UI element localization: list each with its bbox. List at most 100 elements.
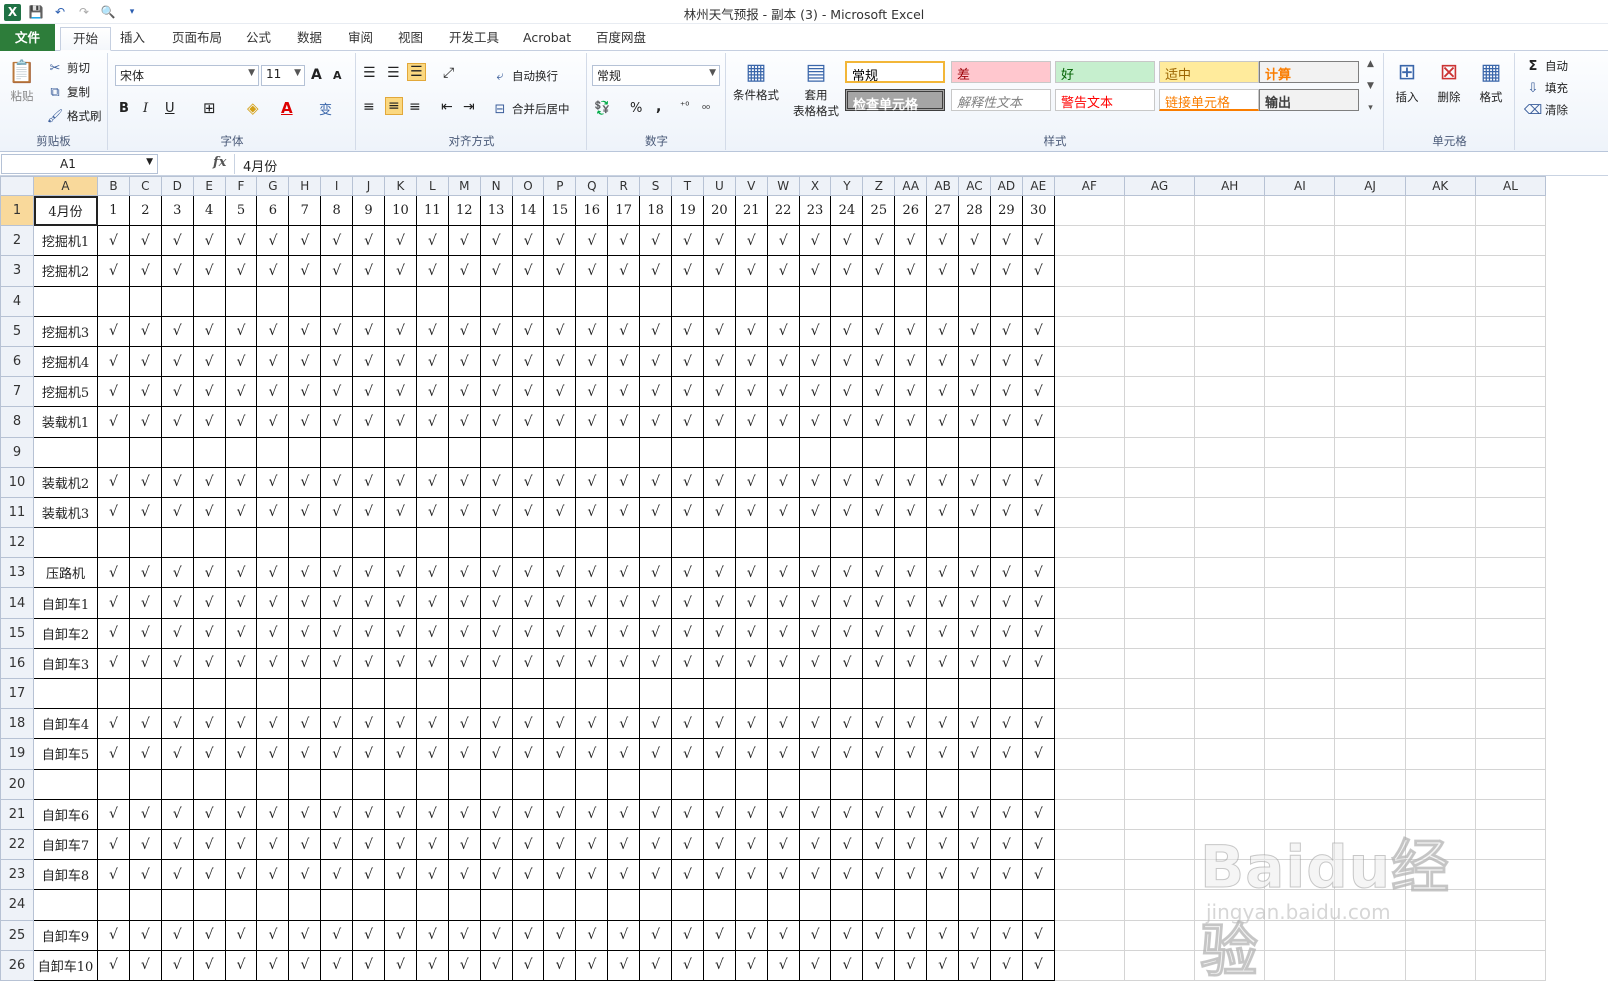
checkmark-cell[interactable]: √ [894, 406, 928, 438]
align-bottom-button[interactable]: ☰ [407, 63, 426, 81]
checkmark-cell[interactable]: √ [352, 496, 386, 529]
checkmark-cell[interactable]: √ [958, 647, 991, 680]
checkmark-cell[interactable]: √ [894, 859, 928, 891]
checkmark-cell[interactable]: √ [384, 255, 417, 287]
empty-cell[interactable] [1474, 617, 1547, 649]
checkmark-cell[interactable]: √ [447, 496, 481, 529]
checkmark-cell[interactable]: √ [575, 466, 609, 498]
empty-cell[interactable] [1053, 557, 1125, 589]
checkmark-cell[interactable]: √ [224, 949, 258, 981]
checkmark-cell[interactable]: √ [415, 406, 449, 438]
checkmark-cell[interactable]: √ [320, 376, 354, 408]
checkmark-cell[interactable]: √ [97, 859, 130, 891]
checkmark-cell[interactable]: √ [958, 557, 991, 589]
empty-cell[interactable] [734, 677, 768, 710]
column-header[interactable]: AI [1264, 176, 1336, 196]
checkmark-cell[interactable]: √ [926, 859, 960, 891]
checkmark-cell[interactable]: √ [830, 647, 864, 680]
checkmark-cell[interactable]: √ [288, 617, 322, 649]
checkmark-cell[interactable]: √ [479, 557, 513, 589]
day-header-cell[interactable]: 26 [894, 194, 928, 227]
empty-cell[interactable] [607, 677, 641, 710]
empty-cell[interactable] [1053, 859, 1125, 891]
empty-cell[interactable] [511, 285, 545, 317]
empty-cell[interactable] [894, 436, 928, 468]
checkmark-cell[interactable]: √ [415, 828, 449, 861]
name-box[interactable]: A1 ▼ [1, 154, 158, 174]
empty-cell[interactable] [830, 436, 864, 468]
row-header[interactable]: 11 [0, 496, 34, 529]
checkmark-cell[interactable]: √ [384, 708, 417, 740]
empty-cell[interactable] [1194, 406, 1266, 438]
checkmark-cell[interactable]: √ [415, 738, 449, 770]
checkmark-cell[interactable]: √ [192, 466, 226, 498]
checkmark-cell[interactable]: √ [511, 496, 545, 529]
checkmark-cell[interactable]: √ [352, 617, 386, 649]
fill-color-button[interactable]: ◈ [247, 99, 259, 117]
column-header[interactable]: AL [1474, 176, 1547, 196]
row-header[interactable]: 9 [0, 436, 34, 468]
checkmark-cell[interactable]: √ [798, 496, 832, 529]
checkmark-cell[interactable]: √ [989, 738, 1023, 770]
empty-cell[interactable] [1334, 647, 1406, 680]
empty-cell[interactable] [1474, 345, 1547, 378]
empty-cell[interactable] [224, 527, 258, 559]
empty-cell[interactable] [1474, 949, 1547, 981]
checkmark-cell[interactable]: √ [97, 828, 130, 861]
empty-cell[interactable] [128, 677, 162, 710]
checkmark-cell[interactable]: √ [320, 345, 354, 378]
checkmark-cell[interactable]: √ [766, 557, 800, 589]
empty-cell[interactable] [894, 768, 928, 800]
empty-cell[interactable] [1404, 496, 1476, 529]
row-header[interactable]: 18 [0, 708, 34, 740]
empty-cell[interactable] [1123, 557, 1196, 589]
checkmark-cell[interactable]: √ [702, 859, 736, 891]
checkmark-cell[interactable]: √ [415, 919, 449, 951]
empty-cell[interactable] [224, 677, 258, 710]
empty-cell[interactable] [192, 285, 226, 317]
checkmark-cell[interactable]: √ [256, 406, 290, 438]
day-header-cell[interactable]: 10 [384, 194, 417, 227]
number-format-dropdown[interactable]: 常规 ▼ [592, 65, 720, 86]
decrease-decimal-button[interactable]: ₀₀ [702, 101, 710, 112]
row-header[interactable]: 5 [0, 315, 34, 347]
font-color-button[interactable]: A [281, 99, 293, 117]
checkmark-cell[interactable]: √ [1021, 647, 1055, 680]
checkmark-cell[interactable]: √ [128, 315, 162, 347]
checkmark-cell[interactable]: √ [128, 828, 162, 861]
checkmark-cell[interactable]: √ [224, 919, 258, 951]
checkmark-cell[interactable]: √ [97, 587, 130, 619]
empty-cell[interactable] [1474, 708, 1547, 740]
empty-cell[interactable] [1021, 527, 1055, 559]
checkmark-cell[interactable]: √ [1021, 466, 1055, 498]
checkmark-cell[interactable]: √ [1021, 315, 1055, 347]
wrap-text-button[interactable]: ⤶ 自动换行 [491, 67, 558, 85]
checkmark-cell[interactable]: √ [575, 859, 609, 891]
checkmark-cell[interactable]: √ [958, 225, 991, 257]
empty-cell[interactable] [97, 889, 130, 921]
checkmark-cell[interactable]: √ [352, 376, 386, 408]
empty-cell[interactable] [1264, 587, 1336, 619]
checkmark-cell[interactable]: √ [702, 738, 736, 770]
day-header-cell[interactable]: 18 [639, 194, 673, 227]
checkmark-cell[interactable]: √ [671, 406, 704, 438]
checkmark-cell[interactable]: √ [862, 587, 896, 619]
checkmark-cell[interactable]: √ [479, 798, 513, 830]
checkmark-cell[interactable]: √ [256, 617, 290, 649]
empty-cell[interactable] [989, 768, 1023, 800]
checkmark-cell[interactable]: √ [384, 587, 417, 619]
empty-cell[interactable] [224, 436, 258, 468]
checkmark-cell[interactable]: √ [798, 315, 832, 347]
checkmark-cell[interactable]: √ [702, 587, 736, 619]
empty-cell[interactable] [1474, 889, 1547, 921]
checkmark-cell[interactable]: √ [224, 255, 258, 287]
cell-style-5[interactable]: 检查单元格 [845, 89, 945, 113]
checkmark-cell[interactable]: √ [894, 496, 928, 529]
checkmark-cell[interactable]: √ [575, 708, 609, 740]
checkmark-cell[interactable]: √ [320, 255, 354, 287]
checkmark-cell[interactable]: √ [128, 949, 162, 981]
checkmark-cell[interactable]: √ [607, 738, 641, 770]
checkmark-cell[interactable]: √ [160, 949, 194, 981]
checkmark-cell[interactable]: √ [352, 225, 386, 257]
column-header[interactable]: R [607, 176, 641, 196]
